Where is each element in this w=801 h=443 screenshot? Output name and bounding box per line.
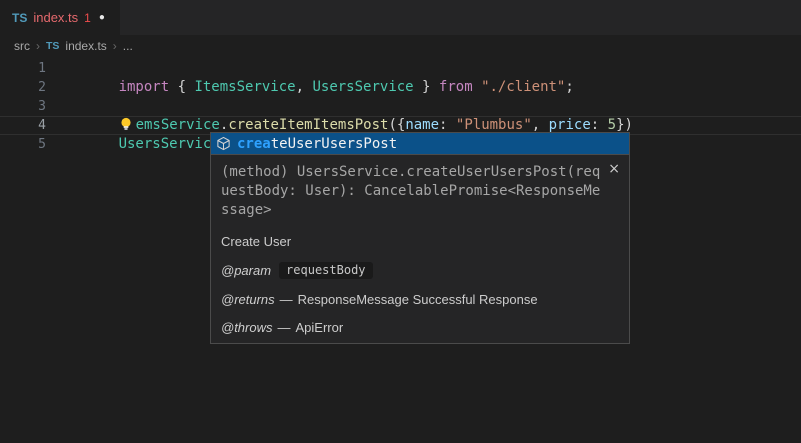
param-tag: @param	[221, 263, 271, 278]
typescript-file-icon: TS	[46, 40, 59, 52]
line-number: 2	[0, 78, 46, 97]
breadcrumb-filename[interactable]: index.ts	[65, 39, 106, 53]
throws-tag: @throws	[221, 320, 273, 335]
breadcrumb-ellipsis[interactable]: ...	[123, 39, 133, 53]
chevron-right-icon: ›	[113, 39, 117, 53]
breadcrumb-folder[interactable]: src	[14, 39, 30, 53]
modified-dot-icon[interactable]: ●	[99, 12, 105, 23]
dash-separator: —	[280, 292, 293, 307]
vscode-window: TS index.ts 1 ● src › TS index.ts › ... …	[0, 0, 801, 443]
suggestion-create-user-users-post[interactable]: createUserUsersPost	[211, 133, 629, 154]
suggestion-rest-text: teUserUsersPost	[271, 136, 397, 152]
tab-bar: TS index.ts 1 ●	[0, 0, 801, 35]
breadcrumb: src › TS index.ts › ...	[0, 35, 801, 57]
tab-index-ts[interactable]: TS index.ts 1 ●	[0, 0, 120, 35]
returns-value: ResponseMessage Successful Response	[298, 292, 538, 307]
code-line-3[interactable]: 3emsService.createItemItemsPost({name: "…	[0, 97, 801, 116]
returns-tag: @returns	[221, 292, 275, 307]
suggestion-label: createUserUsersPost	[237, 136, 397, 152]
chevron-right-icon: ›	[36, 39, 40, 53]
symbol-method-icon	[216, 136, 231, 151]
method-signature: (method) UsersService.createUserUsersPos…	[221, 163, 603, 220]
code-line-2[interactable]: 2	[0, 78, 801, 97]
line-number: 5	[0, 135, 46, 154]
doc-throws-row: @throws — ApiError	[221, 320, 619, 335]
doc-param-row: @param requestBody	[221, 262, 619, 279]
suggest-widget: createUserUsersPost × (method) UsersServ…	[210, 132, 630, 344]
param-name-chip: requestBody	[279, 262, 372, 279]
suggest-docs-panel: × (method) UsersService.createUserUsersP…	[211, 154, 629, 343]
suggestion-match-text: crea	[237, 136, 271, 152]
line-number: 3	[0, 97, 46, 116]
tab-error-count: 1	[84, 11, 91, 25]
typescript-file-icon: TS	[12, 11, 27, 25]
dash-separator: —	[278, 320, 291, 335]
tab-filename: index.ts	[33, 10, 78, 25]
doc-returns-row: @returns — ResponseMessage Successful Re…	[221, 292, 619, 307]
throws-value: ApiError	[296, 320, 344, 335]
close-icon[interactable]: ×	[608, 162, 620, 176]
line-number: 4	[0, 116, 46, 135]
code-line-1[interactable]: 1import { ItemsService, UsersService } f…	[0, 59, 801, 78]
line-number: 1	[0, 59, 46, 78]
doc-summary: Create User	[221, 234, 619, 249]
